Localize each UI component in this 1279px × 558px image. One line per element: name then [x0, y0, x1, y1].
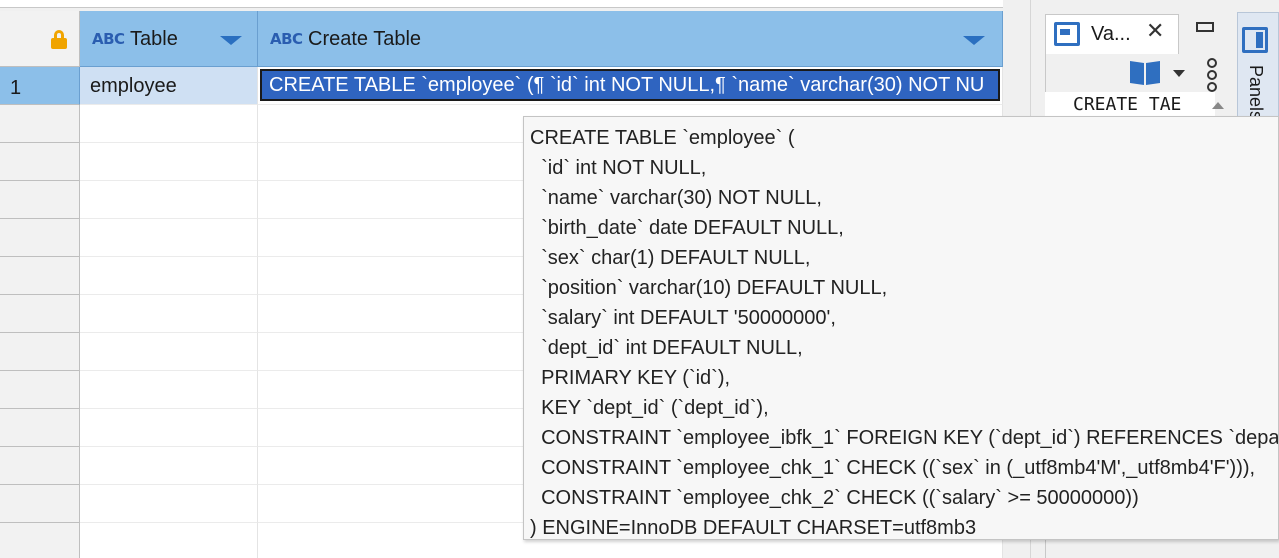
minimize-icon[interactable] — [1190, 12, 1216, 38]
tooltip-line: KEY `dept_id` (`dept_id`), — [530, 397, 769, 419]
chevron-down-icon[interactable] — [1173, 70, 1185, 77]
panels-icon — [1242, 27, 1268, 53]
cell-table[interactable]: employee — [80, 67, 258, 105]
tooltip-line: `dept_id` int DEFAULT NULL, — [530, 337, 803, 359]
cell-value-tooltip: CREATE TABLE `employee` ( `id` int NOT N… — [523, 116, 1279, 540]
row-number: 1 — [10, 77, 22, 99]
table-row[interactable]: 1 employee CREATE TABLE `employee` (¶ `i… — [0, 67, 1003, 105]
tooltip-lines: CREATE TABLE `employee` ( `id` int NOT N… — [530, 123, 1279, 539]
tooltip-line: `birth_date` date DEFAULT NULL, — [530, 217, 844, 239]
panels-label: Panels — [1246, 65, 1266, 121]
tooltip-line: CONSTRAINT `employee_chk_2` CHECK ((`sal… — [530, 487, 1139, 509]
tooltip-line: `name` varchar(30) NOT NULL, — [530, 187, 822, 209]
panels-button[interactable]: Panels — [1237, 12, 1279, 121]
lock-icon — [51, 30, 67, 50]
tooltip-line: ) ENGINE=InnoDB DEFAULT CHARSET=utf8mb3 — [530, 517, 977, 539]
column-header-table[interactable]: ABC Table — [80, 11, 258, 67]
book-icon[interactable] — [1130, 61, 1160, 85]
grid-corner-header[interactable] — [0, 11, 80, 67]
sort-dropdown-icon[interactable] — [220, 36, 242, 45]
abc-type-icon: ABC — [92, 30, 125, 48]
sort-dropdown-icon[interactable] — [963, 36, 985, 45]
close-icon[interactable]: ✕ — [1146, 19, 1164, 44]
tooltip-line: `sex` char(1) DEFAULT NULL, — [530, 247, 811, 269]
top-strip — [0, 0, 1030, 8]
tooltip-line: CONSTRAINT `employee_chk_1` CHECK ((`sex… — [530, 457, 1256, 479]
value-panel-icon — [1054, 22, 1080, 46]
column-header-label: Create Table — [308, 28, 422, 50]
column-header-create-table[interactable]: ABC Create Table — [258, 11, 1003, 67]
cell-inline-editor[interactable]: CREATE TABLE `employee` (¶ `id` int NOT … — [260, 69, 1000, 101]
tab-value-panel-label: Va... — [1091, 23, 1131, 45]
tooltip-line: CONSTRAINT `employee_ibfk_1` FOREIGN KEY… — [530, 427, 1279, 449]
cell-create-table[interactable]: CREATE TABLE `employee` (¶ `id` int NOT … — [258, 67, 1003, 105]
value-editor-text: CREATE TAE — [1073, 94, 1182, 115]
tab-value-panel[interactable]: Va... ✕ — [1045, 14, 1179, 54]
column-header-label: Table — [130, 28, 178, 50]
abc-type-icon: ABC — [270, 30, 303, 48]
value-text-editor[interactable]: CREATE TAE — [1045, 92, 1215, 118]
tooltip-line: `position` varchar(10) DEFAULT NULL, — [530, 277, 888, 299]
scroll-up-icon[interactable] — [1212, 102, 1224, 109]
cell-create-table-value: CREATE TABLE `employee` (¶ `id` int NOT … — [269, 74, 985, 96]
tooltip-line: PRIMARY KEY (`id`), — [530, 367, 731, 389]
cell-table-value: employee — [90, 75, 177, 97]
tooltip-line: `id` int NOT NULL, — [530, 157, 707, 179]
row-number-cell[interactable]: 1 — [0, 67, 80, 105]
tooltip-line: `salary` int DEFAULT '50000000', — [530, 307, 836, 329]
more-options-icon[interactable] — [1205, 58, 1219, 92]
tooltip-line: CREATE TABLE `employee` ( — [530, 127, 795, 149]
